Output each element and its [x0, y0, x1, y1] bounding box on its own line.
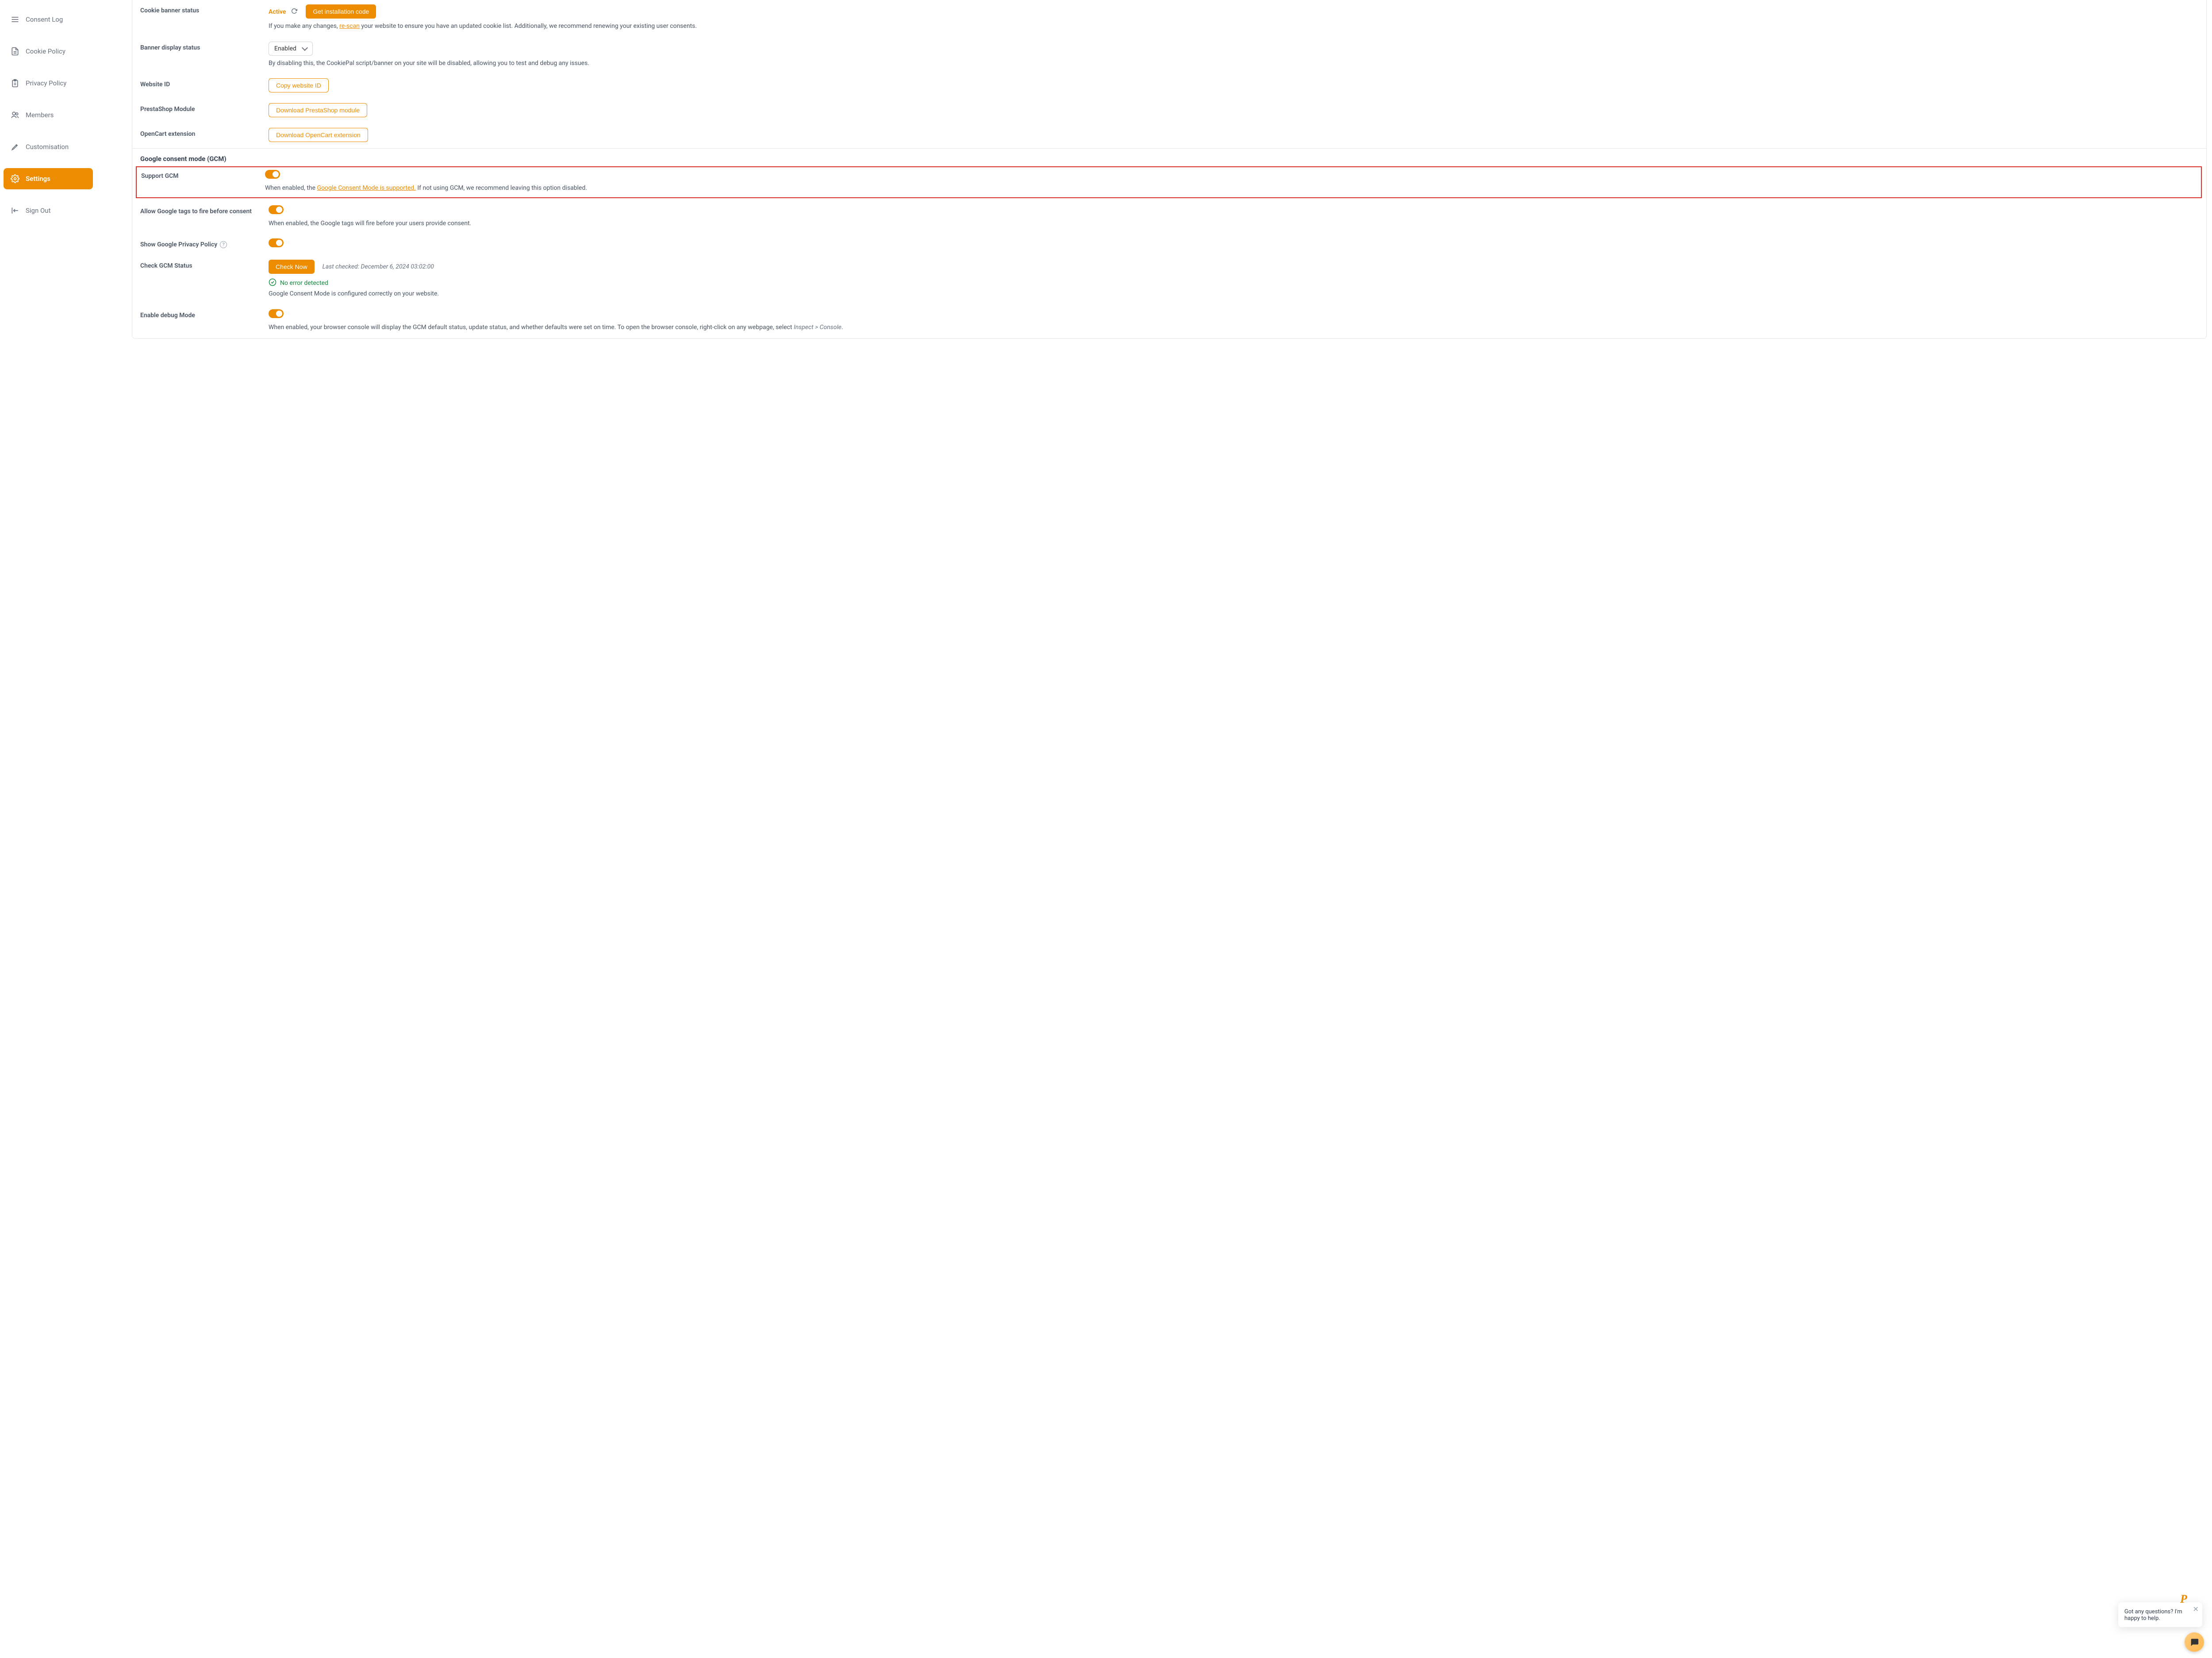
copy-website-id-button[interactable]: Copy website ID [269, 78, 329, 92]
sidebar-item-privacy-policy[interactable]: Privacy Policy [4, 73, 93, 94]
rescan-link[interactable]: re-scan [339, 23, 360, 30]
sidebar-item-label: Cookie Policy [26, 47, 65, 55]
label-cookie-banner-status: Cookie banner status [140, 4, 269, 14]
sidebar-item-customisation[interactable]: Customisation [4, 136, 93, 157]
row-website-id: Website ID Copy website ID [132, 74, 2206, 99]
label-banner-display-status: Banner display status [140, 42, 269, 51]
help-icon[interactable]: ? [220, 241, 227, 248]
check-now-button[interactable]: Check Now [269, 260, 315, 274]
chat-icon [2189, 1637, 2199, 1647]
enable-debug-toggle[interactable] [269, 309, 284, 318]
sidebar-item-label: Privacy Policy [26, 79, 66, 87]
help-text: By disabling this, the CookiePal script/… [269, 59, 2189, 68]
help-text: When enabled, the Google Consent Mode is… [265, 184, 2183, 193]
show-google-privacy-toggle[interactable] [269, 238, 284, 247]
check-circle-icon [269, 278, 276, 288]
get-installation-code-button[interactable]: Get installation code [306, 4, 376, 19]
row-opencart: OpenCart extension Download OpenCart ext… [132, 123, 2206, 148]
section-header-gcm: Google consent mode (GCM) [132, 148, 2206, 165]
sidebar: Consent Log Cookie Policy Privacy Policy… [0, 0, 96, 1658]
refresh-icon[interactable] [291, 8, 297, 16]
row-allow-google-tags: Allow Google tags to fire before consent… [132, 201, 2206, 234]
allow-google-tags-toggle[interactable] [269, 205, 284, 214]
label-show-google-privacy: Show Google Privacy Policy ? [140, 238, 269, 248]
status-active: Active [269, 8, 286, 15]
row-check-gcm-status: Check GCM Status Check Now Last checked:… [132, 255, 2206, 305]
users-icon [11, 111, 19, 119]
sidebar-item-label: Sign Out [26, 207, 50, 215]
help-text: If you make any changes, re-scan your we… [269, 22, 2189, 31]
document-icon [11, 47, 19, 56]
chat-popup: P ✕ Got any questions? I'm happy to help… [2118, 1602, 2202, 1627]
sidebar-item-sign-out[interactable]: Sign Out [4, 200, 93, 221]
help-text: Google Consent Mode is configured correc… [269, 290, 2189, 299]
banner-display-select[interactable]: Enabled [269, 42, 313, 56]
label-check-gcm-status: Check GCM Status [140, 260, 269, 269]
chat-text: Got any questions? I'm happy to help. [2124, 1608, 2196, 1622]
sidebar-item-cookie-policy[interactable]: Cookie Policy [4, 41, 93, 62]
label-enable-debug: Enable debug Mode [140, 309, 269, 319]
row-support-gcm: Support GCM When enabled, the Google Con… [136, 166, 2202, 198]
sidebar-item-label: Customisation [26, 143, 69, 151]
chat-logo-icon: P [2180, 1593, 2193, 1606]
row-show-google-privacy: Show Google Privacy Policy ? [132, 234, 2206, 255]
row-enable-debug: Enable debug Mode When enabled, your bro… [132, 305, 2206, 338]
menu-icon [11, 15, 19, 24]
download-prestashop-button[interactable]: Download PrestaShop module [269, 103, 367, 117]
clipboard-icon [11, 79, 19, 88]
sidebar-item-label: Consent Log [26, 15, 63, 23]
label-prestashop: PrestaShop Module [140, 103, 269, 113]
sidebar-item-label: Members [26, 111, 54, 119]
label-support-gcm: Support GCM [141, 170, 265, 180]
sidebar-item-settings[interactable]: Settings [4, 168, 93, 189]
download-opencart-button[interactable]: Download OpenCart extension [269, 128, 368, 142]
sidebar-item-members[interactable]: Members [4, 104, 93, 126]
label-website-id: Website ID [140, 78, 269, 88]
label-opencart: OpenCart extension [140, 128, 269, 138]
support-gcm-toggle[interactable] [265, 170, 280, 179]
sign-out-icon [11, 206, 19, 215]
label-allow-google-tags: Allow Google tags to fire before consent [140, 205, 269, 215]
sidebar-item-label: Settings [26, 175, 50, 183]
brush-icon [11, 142, 19, 151]
row-cookie-banner-status: Cookie banner status Active Get installa… [132, 0, 2206, 37]
gear-icon [11, 174, 19, 183]
row-prestashop: PrestaShop Module Download PrestaShop mo… [132, 99, 2206, 123]
row-banner-display-status: Banner display status Enabled By disabli… [132, 37, 2206, 74]
close-icon[interactable]: ✕ [2193, 1605, 2199, 1613]
chat-fab-button[interactable] [2185, 1632, 2204, 1652]
sidebar-item-consent-log[interactable]: Consent Log [4, 9, 93, 30]
gcm-supported-link[interactable]: Google Consent Mode is supported. [317, 184, 416, 192]
last-checked: Last checked: December 6, 2024 03:02:00 [323, 263, 434, 270]
settings-panel: Cookie banner status Active Get installa… [96, 0, 2212, 1658]
help-text: When enabled, the Google tags will fire … [269, 219, 2189, 228]
status-ok: No error detected [269, 278, 2189, 288]
help-text: When enabled, your browser console will … [269, 323, 2189, 332]
